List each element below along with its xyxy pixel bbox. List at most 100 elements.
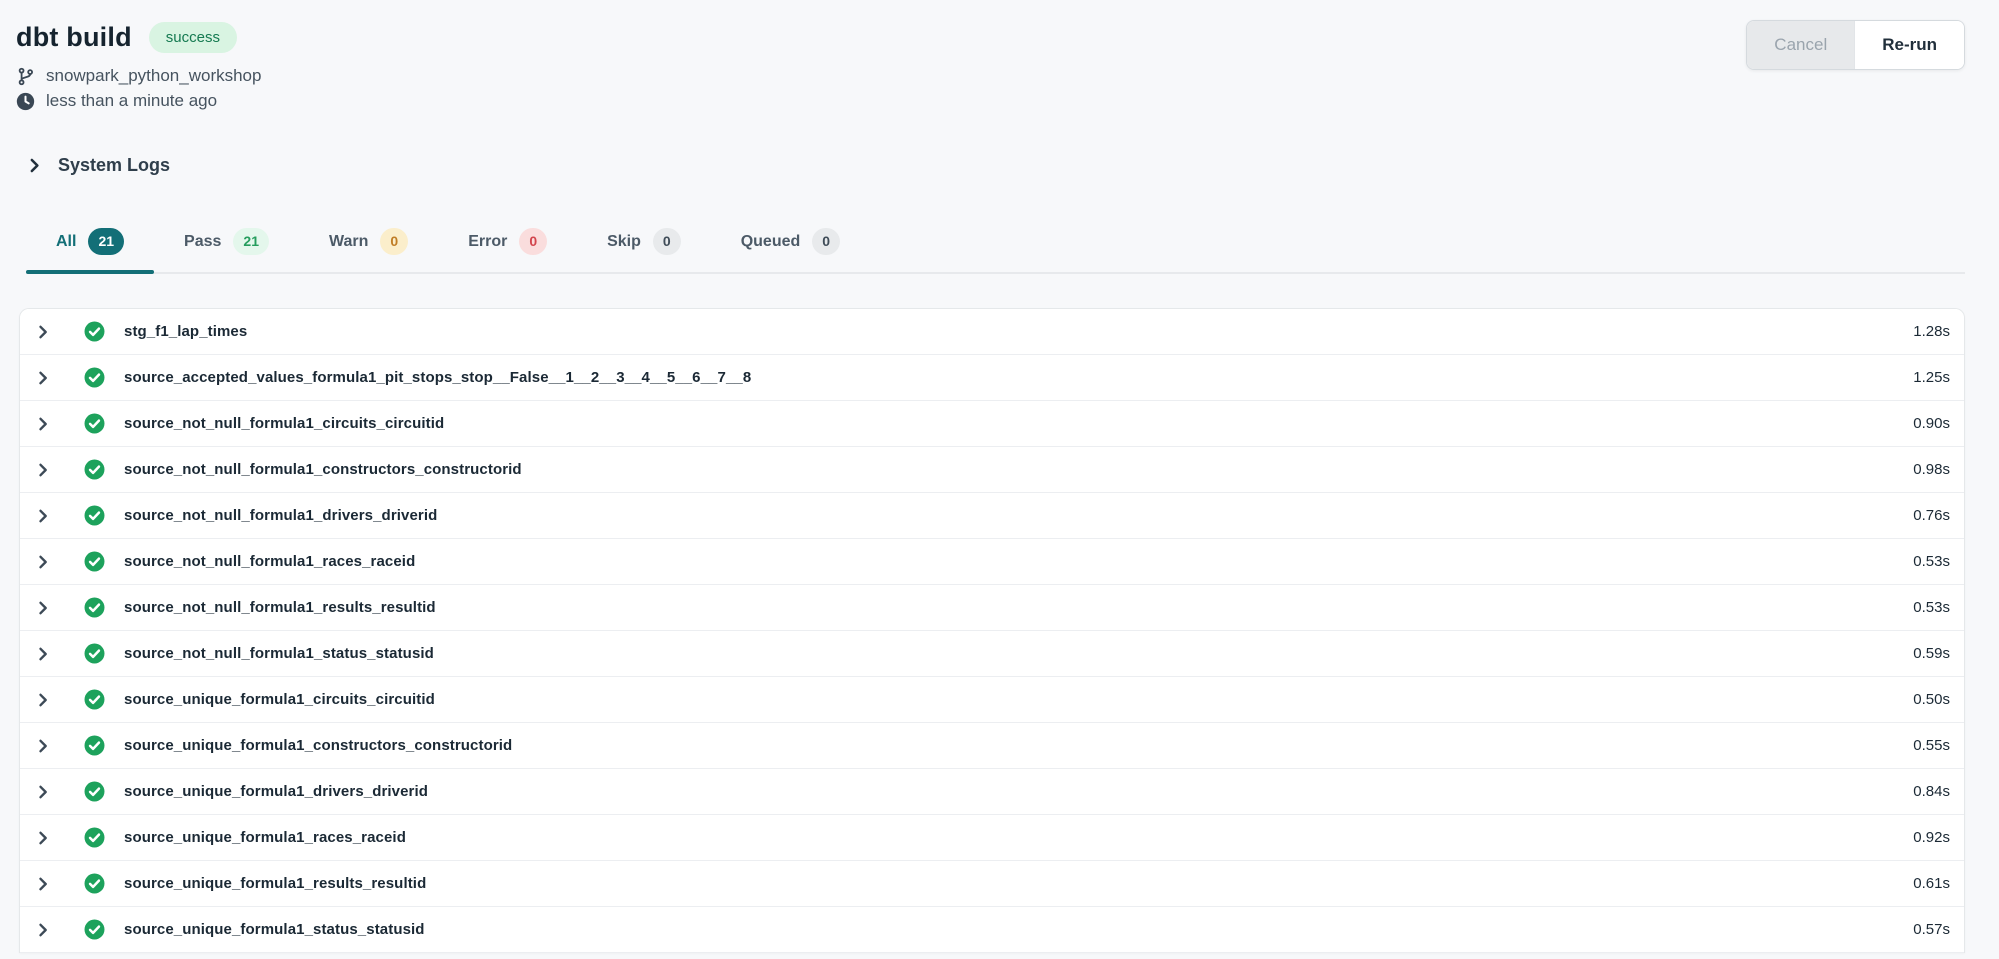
success-check-icon xyxy=(84,597,105,618)
result-row[interactable]: source_not_null_formula1_circuits_circui… xyxy=(20,401,1964,447)
result-duration: 0.53s xyxy=(1913,553,1950,570)
success-check-icon xyxy=(84,873,105,894)
result-name: source_unique_formula1_drivers_driverid xyxy=(124,783,428,800)
tab-label: Pass xyxy=(184,233,221,251)
title-row: dbt build success xyxy=(16,22,261,53)
run-detail-page: dbt build success snowpark_python_worksh… xyxy=(0,0,1999,953)
result-name: source_not_null_formula1_races_raceid xyxy=(124,553,415,570)
success-check-icon xyxy=(84,735,105,756)
results-list: stg_f1_lap_times 1.28s source_accepted_v… xyxy=(19,308,1965,953)
chevron-right-icon[interactable] xyxy=(35,554,51,570)
result-duration: 0.59s xyxy=(1913,645,1950,662)
chevron-right-icon[interactable] xyxy=(35,370,51,386)
result-row[interactable]: source_unique_formula1_circuits_circuiti… xyxy=(20,677,1964,723)
result-duration: 0.57s xyxy=(1913,921,1950,938)
result-name: source_unique_formula1_circuits_circuiti… xyxy=(124,691,435,708)
result-duration: 1.25s xyxy=(1913,369,1950,386)
system-logs-toggle[interactable]: System Logs xyxy=(26,155,170,176)
result-duration: 0.92s xyxy=(1913,829,1950,846)
result-name: source_not_null_formula1_drivers_driveri… xyxy=(124,507,437,524)
tab-count-badge: 0 xyxy=(653,228,681,255)
clock-icon xyxy=(16,92,35,111)
result-duration: 0.61s xyxy=(1913,875,1950,892)
chevron-right-icon[interactable] xyxy=(35,646,51,662)
page-title: dbt build xyxy=(16,22,132,53)
branch-row: snowpark_python_workshop xyxy=(16,66,261,86)
chevron-right-icon[interactable] xyxy=(35,692,51,708)
result-duration: 0.50s xyxy=(1913,691,1950,708)
tab-all[interactable]: All 21 xyxy=(26,222,154,272)
result-row[interactable]: source_not_null_formula1_status_statusid… xyxy=(20,631,1964,677)
tab-label: Error xyxy=(468,233,507,251)
tab-error[interactable]: Error 0 xyxy=(438,222,577,272)
result-duration: 1.28s xyxy=(1913,323,1950,340)
branch-name: snowpark_python_workshop xyxy=(46,66,261,86)
cancel-button[interactable]: Cancel xyxy=(1747,21,1854,69)
result-name: source_unique_formula1_results_resultid xyxy=(124,875,426,892)
result-duration: 0.98s xyxy=(1913,461,1950,478)
tab-warn[interactable]: Warn 0 xyxy=(299,222,438,272)
success-check-icon xyxy=(84,459,105,480)
chevron-right-icon[interactable] xyxy=(35,784,51,800)
chevron-right-icon[interactable] xyxy=(35,462,51,478)
chevron-right-icon[interactable] xyxy=(35,830,51,846)
result-row[interactable]: source_unique_formula1_status_statusid 0… xyxy=(20,907,1964,953)
result-row[interactable]: source_not_null_formula1_constructors_co… xyxy=(20,447,1964,493)
rerun-button[interactable]: Re-run xyxy=(1854,21,1964,69)
status-tabs: All 21 Pass 21 Warn 0 Error 0 Skip 0 Que… xyxy=(26,222,1965,274)
result-row[interactable]: stg_f1_lap_times 1.28s xyxy=(20,309,1964,355)
success-check-icon xyxy=(84,643,105,664)
chevron-right-icon[interactable] xyxy=(35,922,51,938)
chevron-right-icon[interactable] xyxy=(35,600,51,616)
result-duration: 0.90s xyxy=(1913,415,1950,432)
run-header-info: dbt build success snowpark_python_worksh… xyxy=(16,22,261,111)
system-logs-label: System Logs xyxy=(58,155,170,176)
result-name: source_not_null_formula1_circuits_circui… xyxy=(124,415,444,432)
success-check-icon xyxy=(84,827,105,848)
tab-label: All xyxy=(56,233,76,251)
chevron-right-icon[interactable] xyxy=(35,416,51,432)
result-row[interactable]: source_not_null_formula1_drivers_driveri… xyxy=(20,493,1964,539)
success-check-icon xyxy=(84,919,105,940)
time-row: less than a minute ago xyxy=(16,91,261,111)
result-row[interactable]: source_accepted_values_formula1_pit_stop… xyxy=(20,355,1964,401)
result-duration: 0.55s xyxy=(1913,737,1950,754)
tab-count-badge: 0 xyxy=(812,228,840,255)
tab-label: Skip xyxy=(607,233,641,251)
success-check-icon xyxy=(84,321,105,342)
tab-skip[interactable]: Skip 0 xyxy=(577,222,711,272)
success-check-icon xyxy=(84,689,105,710)
result-row[interactable]: source_not_null_formula1_races_raceid 0.… xyxy=(20,539,1964,585)
chevron-right-icon[interactable] xyxy=(35,324,51,340)
git-branch-icon xyxy=(16,67,35,86)
tab-count-badge: 0 xyxy=(519,228,547,255)
tab-count-badge: 0 xyxy=(380,228,408,255)
chevron-right-icon[interactable] xyxy=(35,508,51,524)
success-check-icon xyxy=(84,413,105,434)
success-check-icon xyxy=(84,367,105,388)
result-duration: 0.76s xyxy=(1913,507,1950,524)
result-row[interactable]: source_unique_formula1_drivers_driverid … xyxy=(20,769,1964,815)
result-name: source_unique_formula1_races_raceid xyxy=(124,829,406,846)
result-name: source_not_null_formula1_results_resulti… xyxy=(124,599,436,616)
result-name: source_not_null_formula1_constructors_co… xyxy=(124,461,522,478)
result-name: stg_f1_lap_times xyxy=(124,323,247,340)
chevron-right-icon[interactable] xyxy=(35,876,51,892)
tab-queued[interactable]: Queued 0 xyxy=(711,222,870,272)
result-duration: 0.84s xyxy=(1913,783,1950,800)
tab-pass[interactable]: Pass 21 xyxy=(154,222,299,272)
chevron-right-icon xyxy=(26,157,43,174)
result-name: source_not_null_formula1_status_statusid xyxy=(124,645,434,662)
result-row[interactable]: source_unique_formula1_races_raceid 0.92… xyxy=(20,815,1964,861)
chevron-right-icon[interactable] xyxy=(35,738,51,754)
result-row[interactable]: source_not_null_formula1_results_resulti… xyxy=(20,585,1964,631)
result-name: source_unique_formula1_status_statusid xyxy=(124,921,425,938)
time-ago: less than a minute ago xyxy=(46,91,217,111)
result-row[interactable]: source_unique_formula1_constructors_cons… xyxy=(20,723,1964,769)
result-duration: 0.53s xyxy=(1913,599,1950,616)
result-row[interactable]: source_unique_formula1_results_resultid … xyxy=(20,861,1964,907)
tab-label: Warn xyxy=(329,233,368,251)
result-name: source_unique_formula1_constructors_cons… xyxy=(124,737,512,754)
tab-count-badge: 21 xyxy=(233,228,269,255)
result-name: source_accepted_values_formula1_pit_stop… xyxy=(124,369,751,386)
